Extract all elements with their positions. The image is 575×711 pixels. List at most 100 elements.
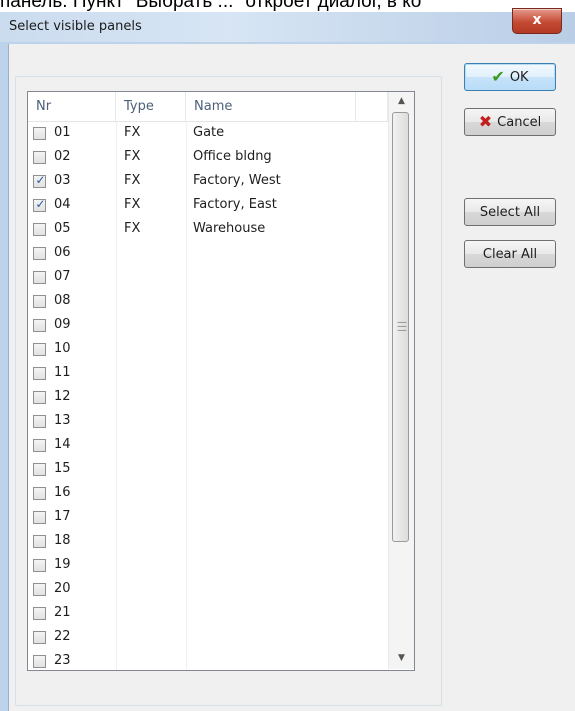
scroll-down-arrow-icon[interactable]: ▼	[389, 649, 414, 667]
row-checkbox[interactable]	[33, 295, 46, 308]
row-nr: 03	[54, 173, 71, 188]
list-item[interactable]: 15	[28, 458, 388, 482]
row-checkbox[interactable]	[33, 247, 46, 260]
column-header-type[interactable]: Type	[116, 92, 186, 121]
cancel-label: Cancel	[497, 114, 542, 130]
row-checkbox[interactable]: ✓	[33, 173, 46, 188]
column-header-empty	[356, 92, 388, 121]
row-checkbox[interactable]	[33, 655, 46, 668]
list-item[interactable]: 07	[28, 266, 388, 290]
row-checkbox[interactable]	[33, 271, 46, 284]
vertical-scrollbar[interactable]: ▲ — — — ▼	[388, 92, 414, 669]
row-checkbox[interactable]	[33, 223, 46, 236]
row-checkbox[interactable]	[33, 415, 46, 428]
list-item[interactable]: 16	[28, 482, 388, 506]
grip-icon: — — —	[397, 317, 407, 336]
row-nr: 12	[54, 389, 71, 404]
row-nr: 10	[54, 341, 71, 356]
close-button[interactable]: x	[512, 8, 562, 34]
row-name: Gate	[193, 125, 225, 140]
list-item[interactable]: 10	[28, 338, 388, 362]
list-rows: 01 FX Gate 02 FX Office bldng ✓ 03 FX Factory, We…	[28, 122, 388, 670]
list-item[interactable]: 14	[28, 434, 388, 458]
row-name: Warehouse	[193, 221, 266, 236]
select-all-button[interactable]: Select All	[464, 198, 556, 226]
list-item[interactable]: 12	[28, 386, 388, 410]
list-item[interactable]: ✓ 03 FX Factory, West	[28, 170, 388, 194]
row-nr: 17	[54, 509, 71, 524]
checkmark-icon: ✓	[35, 173, 46, 187]
row-checkbox[interactable]	[33, 607, 46, 620]
checkmark-icon: ✓	[35, 197, 46, 211]
row-nr: 16	[54, 485, 71, 500]
list-item[interactable]: 02 FX Office bldng	[28, 146, 388, 170]
list-item[interactable]: 08	[28, 290, 388, 314]
list-item[interactable]: 11	[28, 362, 388, 386]
panels-list[interactable]: Nr Type Name 01 FX Gate 02 FX Office bldng ✓ 03…	[27, 91, 415, 671]
row-nr: 01	[54, 125, 71, 140]
row-checkbox[interactable]	[33, 151, 46, 164]
row-nr: 06	[54, 245, 71, 260]
row-nr: 11	[54, 365, 71, 380]
row-nr: 21	[54, 605, 71, 620]
window-title: Select visible panels	[9, 19, 142, 34]
row-checkbox[interactable]	[33, 583, 46, 596]
row-checkbox[interactable]	[33, 631, 46, 644]
row-type: FX	[124, 125, 141, 140]
row-type: FX	[124, 149, 141, 164]
list-header: Nr Type Name	[28, 92, 388, 122]
list-item[interactable]: 21	[28, 602, 388, 626]
row-checkbox[interactable]	[33, 559, 46, 572]
list-item[interactable]: 22	[28, 626, 388, 650]
row-checkbox[interactable]	[33, 319, 46, 332]
row-checkbox[interactable]	[33, 439, 46, 452]
list-item[interactable]: 13	[28, 410, 388, 434]
row-checkbox[interactable]: ✓	[33, 197, 46, 212]
list-item[interactable]: 05 FX Warehouse	[28, 218, 388, 242]
row-nr: 13	[54, 413, 71, 428]
scrollbar-thumb[interactable]: — — —	[392, 112, 409, 542]
list-item[interactable]: ✓ 04 FX Factory, East	[28, 194, 388, 218]
close-icon: x	[532, 12, 542, 28]
list-item[interactable]: 18	[28, 530, 388, 554]
list-item[interactable]: 17	[28, 506, 388, 530]
clear-all-button[interactable]: Clear All	[464, 240, 556, 268]
row-nr: 02	[54, 149, 71, 164]
row-checkbox[interactable]	[33, 487, 46, 500]
row-checkbox[interactable]	[33, 127, 46, 140]
row-checkbox[interactable]	[33, 391, 46, 404]
row-nr: 04	[54, 197, 71, 212]
scroll-up-arrow-icon[interactable]: ▲	[389, 92, 414, 110]
row-nr: 22	[54, 629, 71, 644]
list-item[interactable]: 23	[28, 650, 388, 670]
row-nr: 15	[54, 461, 71, 476]
list-item[interactable]: 06	[28, 242, 388, 266]
row-name: Factory, East	[193, 197, 277, 212]
row-checkbox[interactable]	[33, 511, 46, 524]
row-nr: 08	[54, 293, 71, 308]
row-nr: 19	[54, 557, 71, 572]
red-x-icon: ✖	[478, 112, 493, 131]
row-checkbox[interactable]	[33, 463, 46, 476]
column-header-name[interactable]: Name	[186, 92, 356, 121]
checkmark-icon: ✔	[491, 67, 505, 86]
row-name: Office bldng	[193, 149, 272, 164]
row-name: Factory, West	[193, 173, 281, 188]
row-nr: 14	[54, 437, 71, 452]
column-header-nr[interactable]: Nr	[28, 92, 116, 121]
ok-label: OK	[509, 69, 529, 85]
list-item[interactable]: 19	[28, 554, 388, 578]
list-item[interactable]: 20	[28, 578, 388, 602]
row-checkbox[interactable]	[33, 535, 46, 548]
row-nr: 05	[54, 221, 71, 236]
row-nr: 23	[54, 653, 71, 668]
list-item[interactable]: 09	[28, 314, 388, 338]
title-bar[interactable]: Select visible panels x	[0, 8, 575, 42]
row-checkbox[interactable]	[33, 367, 46, 380]
row-checkbox[interactable]	[33, 343, 46, 356]
ok-button[interactable]: ✔ OK	[464, 63, 556, 91]
list-item[interactable]: 01 FX Gate	[28, 122, 388, 146]
cancel-button[interactable]: ✖ Cancel	[464, 108, 556, 136]
row-type: FX	[124, 197, 141, 212]
row-nr: 09	[54, 317, 71, 332]
